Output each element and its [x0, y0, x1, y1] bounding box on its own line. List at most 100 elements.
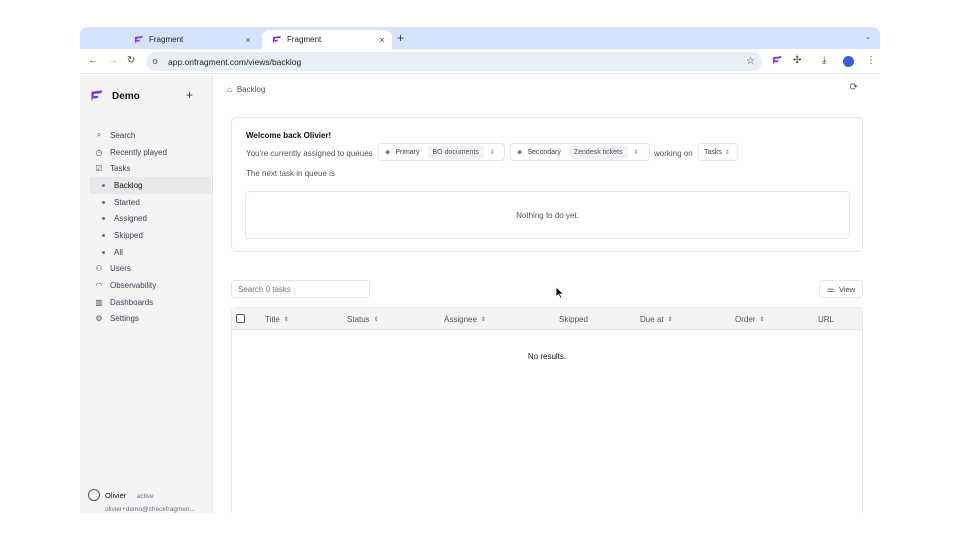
sidebar-item-label: Recently played	[110, 147, 167, 157]
sidebar-item-started[interactable]: Started	[94, 194, 211, 211]
column-due-at[interactable]: Due at ⇕	[640, 315, 673, 324]
working-on-select[interactable]: Tasks ⇕	[698, 143, 738, 161]
column-url: URL	[818, 315, 834, 324]
sidebar-item-tasks[interactable]: ☑ Tasks	[94, 160, 211, 177]
site-settings-icon[interactable]: ⚙	[152, 58, 162, 66]
gauge-icon: ◠	[95, 281, 103, 291]
profile-avatar[interactable]	[843, 56, 854, 67]
workspace-switcher[interactable]: Demo	[90, 89, 140, 103]
working-on-text: working on	[654, 149, 693, 158]
sidebar-item-label: Started	[114, 197, 140, 207]
fragment-logo-icon	[135, 35, 143, 44]
chevron-down-icon[interactable]: ⌄	[862, 32, 874, 44]
chevron-updown-icon: ⇕	[489, 149, 495, 156]
close-icon[interactable]: ×	[376, 35, 388, 45]
sort-icon: ⇕	[667, 317, 673, 323]
sidebar-item-users[interactable]: ⚇ Users	[94, 261, 211, 278]
column-skipped: Skipped	[559, 315, 588, 324]
sidebar-item-dashboards[interactable]: ▥ Dashboards	[94, 294, 211, 311]
sidebar-item-recently-played[interactable]: ◷ Recently played	[94, 144, 211, 161]
sort-icon: ⇕	[759, 317, 765, 323]
add-button[interactable]: +	[186, 88, 193, 102]
view-button-label: View	[839, 284, 856, 294]
new-tab-button[interactable]: +	[397, 31, 404, 45]
kebab-menu-icon[interactable]: ⋮	[866, 55, 876, 66]
chart-icon: ▥	[95, 297, 103, 307]
sort-icon: ⇕	[480, 317, 486, 323]
back-arrow-icon[interactable]: ←	[88, 55, 98, 66]
search-input[interactable]	[231, 280, 370, 298]
sidebar-item-label: Assigned	[114, 214, 147, 224]
address-bar[interactable]: ⚙ app.onfragment.com/views/backlog ☆	[146, 52, 762, 71]
column-label: URL	[818, 315, 835, 324]
puzzle-icon[interactable]: ✣	[793, 55, 801, 66]
user-status: active	[136, 493, 154, 500]
sidebar-item-label: Tasks	[110, 164, 131, 174]
secondary-label: Secondary	[527, 148, 561, 156]
sidebar-item-label: Skipped	[114, 230, 143, 240]
user-profile[interactable]: Olivier active olivier+demo@checkfragmen…	[88, 485, 195, 513]
column-label: Skipped	[559, 315, 588, 324]
gear-icon: ⚙	[95, 314, 103, 324]
column-title[interactable]: Title ⇕	[265, 315, 289, 324]
breadcrumb: ⌂ Backlog	[227, 85, 265, 94]
users-icon: ⚇	[95, 264, 103, 274]
download-icon[interactable]: ⤓	[822, 55, 826, 66]
history-icon: ◷	[95, 147, 103, 157]
table-header: Title ⇕ Status ⇕ Assignee ⇕ Skipped Due at ⇕	[232, 308, 862, 330]
sidebar-item-settings[interactable]: ⚙ Settings	[94, 311, 211, 328]
browser-toolbar: ← → ↻ ⚙ app.onfragment.com/views/backlog…	[80, 49, 880, 74]
sidebar-item-label: Backlog	[114, 180, 143, 190]
sidebar-item-label: Observability	[110, 281, 157, 291]
working-value: Tasks	[704, 148, 722, 156]
primary-label: Primary	[395, 148, 420, 156]
fragment-logo-icon	[273, 35, 281, 44]
primary-value: BO documents	[427, 145, 484, 159]
column-status[interactable]: Status ⇕	[347, 315, 379, 324]
chevron-updown-icon: ⇕	[724, 149, 730, 156]
sidebar: Demo + ⌕ Search ◷ Recently played ☑ Task…	[80, 75, 213, 513]
secondary-queue-select[interactable]: ◈ Secondary Zendesk tickets ⇕	[510, 143, 650, 161]
column-order[interactable]: Order ⇕	[735, 315, 764, 324]
reload-icon[interactable]: ↻	[127, 55, 135, 66]
no-results-message: No results.	[527, 352, 567, 361]
star-icon[interactable]: ☆	[746, 56, 755, 67]
sliders-icon: ⚌	[826, 284, 835, 294]
forward-arrow-icon[interactable]: →	[108, 55, 118, 66]
view-button[interactable]: ⚌ View	[819, 280, 863, 298]
select-all-checkbox[interactable]	[236, 314, 245, 323]
search-icon: ⌕	[96, 130, 102, 140]
sort-icon: ⇕	[283, 317, 289, 323]
sidebar-item-observability[interactable]: ◠ Observability	[94, 277, 211, 294]
empty-message: Nothing to do yet.	[516, 210, 579, 220]
user-info: Olivier active olivier+demo@checkfragmen…	[105, 485, 195, 513]
inbox-icon: ⌂	[227, 85, 232, 94]
sidebar-menu: ⌕ Search ◷ Recently played ☑ Tasks Backl…	[90, 127, 211, 328]
column-assignee[interactable]: Assignee ⇕	[444, 315, 486, 324]
sidebar-item-label: Settings	[110, 314, 139, 324]
sidebar-item-skipped[interactable]: Skipped	[94, 227, 211, 244]
column-label: Due at	[640, 315, 664, 324]
sidebar-item-all[interactable]: All	[94, 244, 211, 261]
sidebar-item-label: Users	[110, 264, 131, 274]
browser-window: Fragment × Fragment × + ⌄ ← → ↻ ⚙ app.on…	[80, 27, 880, 513]
bullet	[102, 200, 105, 204]
sidebar-item-search[interactable]: ⌕ Search	[94, 127, 211, 144]
sort-icon: ⇕	[373, 317, 379, 323]
close-icon[interactable]: ×	[242, 35, 254, 45]
bullet	[102, 250, 105, 254]
browser-tab-active[interactable]: Fragment ×	[262, 30, 392, 49]
column-label: Order	[735, 315, 756, 324]
fragment-extension-icon[interactable]	[772, 55, 783, 66]
sidebar-item-label: Search	[110, 130, 136, 140]
bullet	[102, 233, 105, 237]
sidebar-item-assigned[interactable]: Assigned	[94, 210, 211, 227]
welcome-title: Welcome back Olivier!	[246, 131, 332, 140]
bullet	[102, 183, 105, 187]
sidebar-item-backlog[interactable]: Backlog	[90, 177, 211, 194]
browser-tab[interactable]: Fragment ×	[124, 30, 258, 49]
primary-queue-select[interactable]: ◈ Primary BO documents ⇕	[378, 143, 505, 161]
layers-icon: ◈	[385, 149, 391, 156]
refresh-icon[interactable]: ⟳	[850, 82, 858, 93]
user-name: Olivier	[105, 491, 127, 500]
